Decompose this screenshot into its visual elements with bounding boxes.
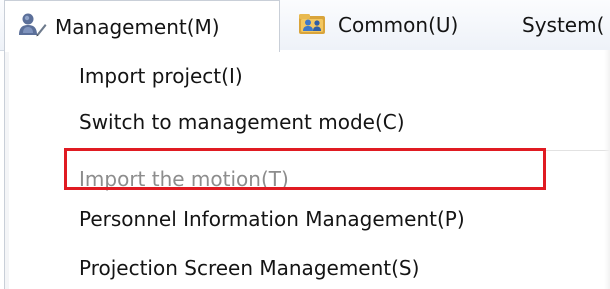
- menu-common[interactable]: Common(U): [292, 0, 492, 50]
- right-edge-shadow: [604, 50, 610, 289]
- menu-separator: [75, 150, 610, 152]
- menu-item-import-motion: Import the motion(T): [79, 167, 289, 191]
- menu-gutter: [5, 50, 9, 289]
- menu-item-import-project[interactable]: Import project(I): [79, 62, 243, 90]
- menu-item-projection-screen-management[interactable]: Projection Screen Management(S): [79, 254, 419, 282]
- menu-common-label: Common(U): [338, 13, 459, 37]
- menu-bar: Management(M) Common(U) System(: [0, 0, 610, 52]
- menu-management-label: Management(M): [55, 14, 220, 39]
- user-icon: [17, 11, 47, 42]
- users-folder-icon: [296, 10, 330, 41]
- menu-management[interactable]: Management(M): [4, 0, 280, 52]
- menu-system-label: System(: [522, 13, 605, 37]
- menu-system[interactable]: System(: [522, 0, 610, 50]
- management-dropdown-menu: Import project(I) Switch to management m…: [4, 50, 610, 289]
- menu-item-personnel-information-management[interactable]: Personnel Information Management(P): [79, 205, 465, 233]
- menu-item-switch-management-mode[interactable]: Switch to management mode(C): [79, 108, 405, 136]
